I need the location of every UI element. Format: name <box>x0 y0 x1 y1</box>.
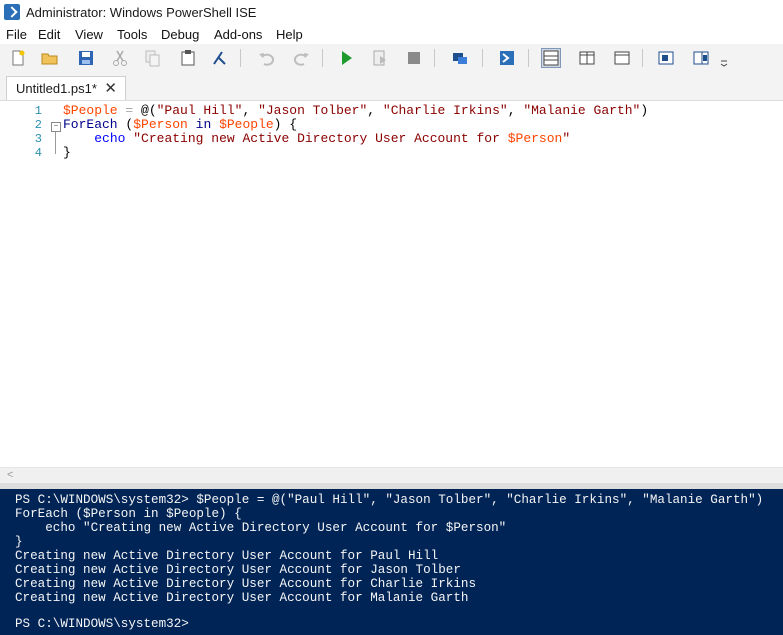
show-script-pane-icon[interactable] <box>656 48 676 68</box>
console-line: Creating new Active Directory User Accou… <box>15 591 469 605</box>
code-token: "Paul Hill" <box>156 103 243 118</box>
new-file-icon[interactable] <box>8 48 28 68</box>
open-icon[interactable] <box>40 48 60 68</box>
tab-label: Untitled1.ps1* <box>16 81 97 96</box>
console-line: Creating new Active Directory User Accou… <box>15 577 477 591</box>
line-number: 2 <box>34 118 42 132</box>
paste-icon[interactable] <box>178 48 198 68</box>
script-tab-strip: Untitled1.ps1* ✕ <box>0 72 783 101</box>
code-line-2: ForEach ($Person in $People) { <box>63 117 297 132</box>
code-token: @( <box>141 103 157 118</box>
toolbar-separator <box>528 49 529 67</box>
cut-icon[interactable] <box>110 48 130 68</box>
line-number: 3 <box>34 132 42 146</box>
menu-debug[interactable]: Debug <box>161 27 199 42</box>
show-commands-icon[interactable] <box>691 48 711 68</box>
powershell-launch-icon[interactable] <box>497 48 517 68</box>
code-line-1: $People = @("Paul Hill", "Jason Tolber",… <box>63 103 648 118</box>
line-number: 1 <box>34 104 42 118</box>
code-token: echo <box>94 131 126 146</box>
code-token: $People <box>219 117 274 132</box>
toolbar-separator <box>322 49 323 67</box>
code-token: "Charlie Irkins" <box>382 103 508 118</box>
layout-script-right-icon[interactable] <box>577 48 597 68</box>
menu-add-ons[interactable]: Add-ons <box>214 27 262 42</box>
redo-icon[interactable] <box>292 48 312 68</box>
console-line: PS C:\WINDOWS\system32> $People = @("Pau… <box>15 493 764 507</box>
code-token: , <box>367 103 383 118</box>
clear-console-icon[interactable] <box>210 48 230 68</box>
code-token: $Person <box>133 117 188 132</box>
console-line: ForEach ($Person in $People) { <box>15 507 242 521</box>
menu-view[interactable]: View <box>75 27 103 42</box>
menu-help[interactable]: Help <box>276 27 303 42</box>
console-line: Creating new Active Directory User Accou… <box>15 549 439 563</box>
horizontal-scrollbar[interactable]: < <box>0 467 783 484</box>
run-selection-icon[interactable] <box>370 48 390 68</box>
toolbar-separator <box>434 49 435 67</box>
code-token: $Person <box>507 131 563 146</box>
stop-icon[interactable] <box>404 48 424 68</box>
code-token: "Creating new Active Directory User Acco… <box>133 131 508 146</box>
console-line: Creating new Active Directory User Accou… <box>15 563 461 577</box>
console-pane[interactable]: PS C:\WINDOWS\system32> $People = @("Pau… <box>0 489 783 635</box>
code-token: "Jason Tolber" <box>258 103 368 118</box>
menu-tools[interactable]: Tools <box>117 27 147 42</box>
code-token: $People <box>63 103 118 118</box>
code-token: "Malanie Garth" <box>523 103 641 118</box>
scroll-left-icon[interactable]: < <box>7 469 13 481</box>
code-token: = <box>117 103 142 118</box>
layout-script-max-icon[interactable] <box>612 48 632 68</box>
code-token: in <box>195 117 212 132</box>
remote-powershell-icon[interactable] <box>450 48 470 68</box>
script-editor[interactable]: 1 2 3 4 − $People = @("Paul Hill", "Jaso… <box>0 101 783 467</box>
layout-script-top-icon[interactable] <box>541 48 561 68</box>
code-token: ) { <box>273 117 298 132</box>
run-icon[interactable] <box>336 48 356 68</box>
code-token: " <box>562 131 571 146</box>
console-prompt[interactable]: PS C:\WINDOWS\system32> <box>15 617 189 631</box>
console-line: echo "Creating new Active Directory User… <box>15 521 507 535</box>
save-icon[interactable] <box>76 48 96 68</box>
close-icon[interactable]: ✕ <box>104 79 117 97</box>
toolbar-separator <box>240 49 241 67</box>
code-token: ) <box>640 103 649 118</box>
menu-edit[interactable]: Edit <box>38 27 60 42</box>
toolbar-overflow-icon[interactable] <box>718 48 730 68</box>
code-token: ForEach <box>63 117 118 132</box>
toolbar-separator <box>642 49 643 67</box>
tab-untitled1[interactable]: Untitled1.ps1* ✕ <box>6 76 126 100</box>
undo-icon[interactable] <box>256 48 276 68</box>
powershell-app-icon <box>4 4 20 20</box>
window-title: Administrator: Windows PowerShell ISE <box>26 5 257 20</box>
collapse-toggle-icon[interactable]: − <box>51 122 61 132</box>
console-line: } <box>15 535 23 549</box>
code-token: } <box>63 145 71 160</box>
code-line-3: echo "Creating new Active Directory User… <box>63 131 570 146</box>
menu-file[interactable]: File <box>6 27 27 42</box>
toolbar <box>0 44 783 73</box>
menu-bar: File Edit View Tools Debug Add-ons Help <box>0 26 783 44</box>
code-token: , <box>242 103 259 118</box>
line-number: 4 <box>34 146 42 160</box>
code-line-4: } <box>63 145 71 160</box>
title-bar: Administrator: Windows PowerShell ISE <box>0 0 783 26</box>
copy-icon[interactable] <box>142 48 162 68</box>
fold-guide <box>55 132 56 154</box>
code-token: , <box>507 103 524 118</box>
code-token: ( <box>117 117 134 132</box>
toolbar-separator <box>482 49 483 67</box>
